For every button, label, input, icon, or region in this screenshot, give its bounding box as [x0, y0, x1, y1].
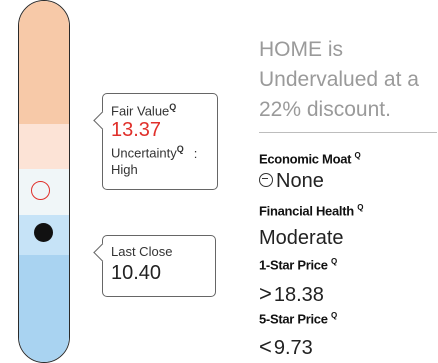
- last-close-label: Last Close: [111, 244, 173, 259]
- valuation-headline: HOME is Undervalued at a 22% discount.: [259, 38, 419, 121]
- economic-moat-label-row: Economic Moat Q: [259, 151, 361, 167]
- less-than-icon: <: [259, 334, 272, 359]
- financial-health-label-row: Financial Health Q: [259, 203, 363, 218]
- economic-moat-value: None: [276, 170, 324, 192]
- valuation-band-undervalued: [19, 255, 69, 362]
- financial-health-label: Financial Health: [259, 203, 354, 219]
- five-star-price-label: 5-Star Price: [259, 311, 328, 327]
- divider: [259, 132, 437, 133]
- fair-value-label-row: Fair ValueQ: [111, 99, 209, 119]
- fair-value-amount: 13.37: [111, 119, 162, 142]
- callout-pointer: [93, 111, 112, 130]
- last-close-callout: Last Close 10.40: [93, 235, 216, 297]
- five-star-price-value: 9.73: [273, 337, 313, 359]
- economic-moat-label: Economic Moat: [259, 151, 352, 167]
- quantitative-icon[interactable]: Q: [357, 203, 363, 212]
- fair-value-callout: Fair ValueQ 13.37 UncertaintyQ: High: [93, 93, 218, 190]
- uncertainty-separator: :: [193, 145, 198, 161]
- greater-than-icon: >: [259, 281, 272, 306]
- one-star-price-row: >18.38: [259, 281, 324, 307]
- uncertainty-label: Uncertainty: [111, 145, 177, 161]
- valuation-band-slightly-overvalued: [19, 124, 69, 169]
- quantitative-icon[interactable]: Q: [169, 102, 176, 112]
- economic-moat-value-row: None: [259, 170, 324, 193]
- quantitative-icon[interactable]: Q: [354, 151, 360, 160]
- five-star-price-row: <9.73: [259, 334, 313, 360]
- quantitative-icon[interactable]: Q: [331, 257, 337, 266]
- fair-value-marker: [31, 181, 50, 200]
- valuation-band-overvalued: [19, 1, 69, 124]
- one-star-price-label-row: 1-Star Price Q: [259, 257, 337, 272]
- one-star-price-value: 18.38: [273, 284, 324, 306]
- one-star-price-label: 1-Star Price: [259, 257, 328, 273]
- quantitative-icon[interactable]: Q: [331, 311, 337, 320]
- quantitative-icon[interactable]: Q: [177, 144, 184, 154]
- uncertainty-value: High: [111, 161, 138, 177]
- financial-health-value: Moderate: [259, 227, 344, 249]
- fair-value-label: Fair Value: [111, 103, 170, 119]
- five-star-price-label-row: 5-Star Price Q: [259, 311, 337, 326]
- callout-pointer: [93, 243, 112, 262]
- last-close-amount: 10.40: [111, 262, 162, 284]
- last-close-marker: [34, 223, 53, 242]
- uncertainty-label-row: UncertaintyQ:: [111, 141, 209, 161]
- moat-none-icon: [259, 172, 273, 187]
